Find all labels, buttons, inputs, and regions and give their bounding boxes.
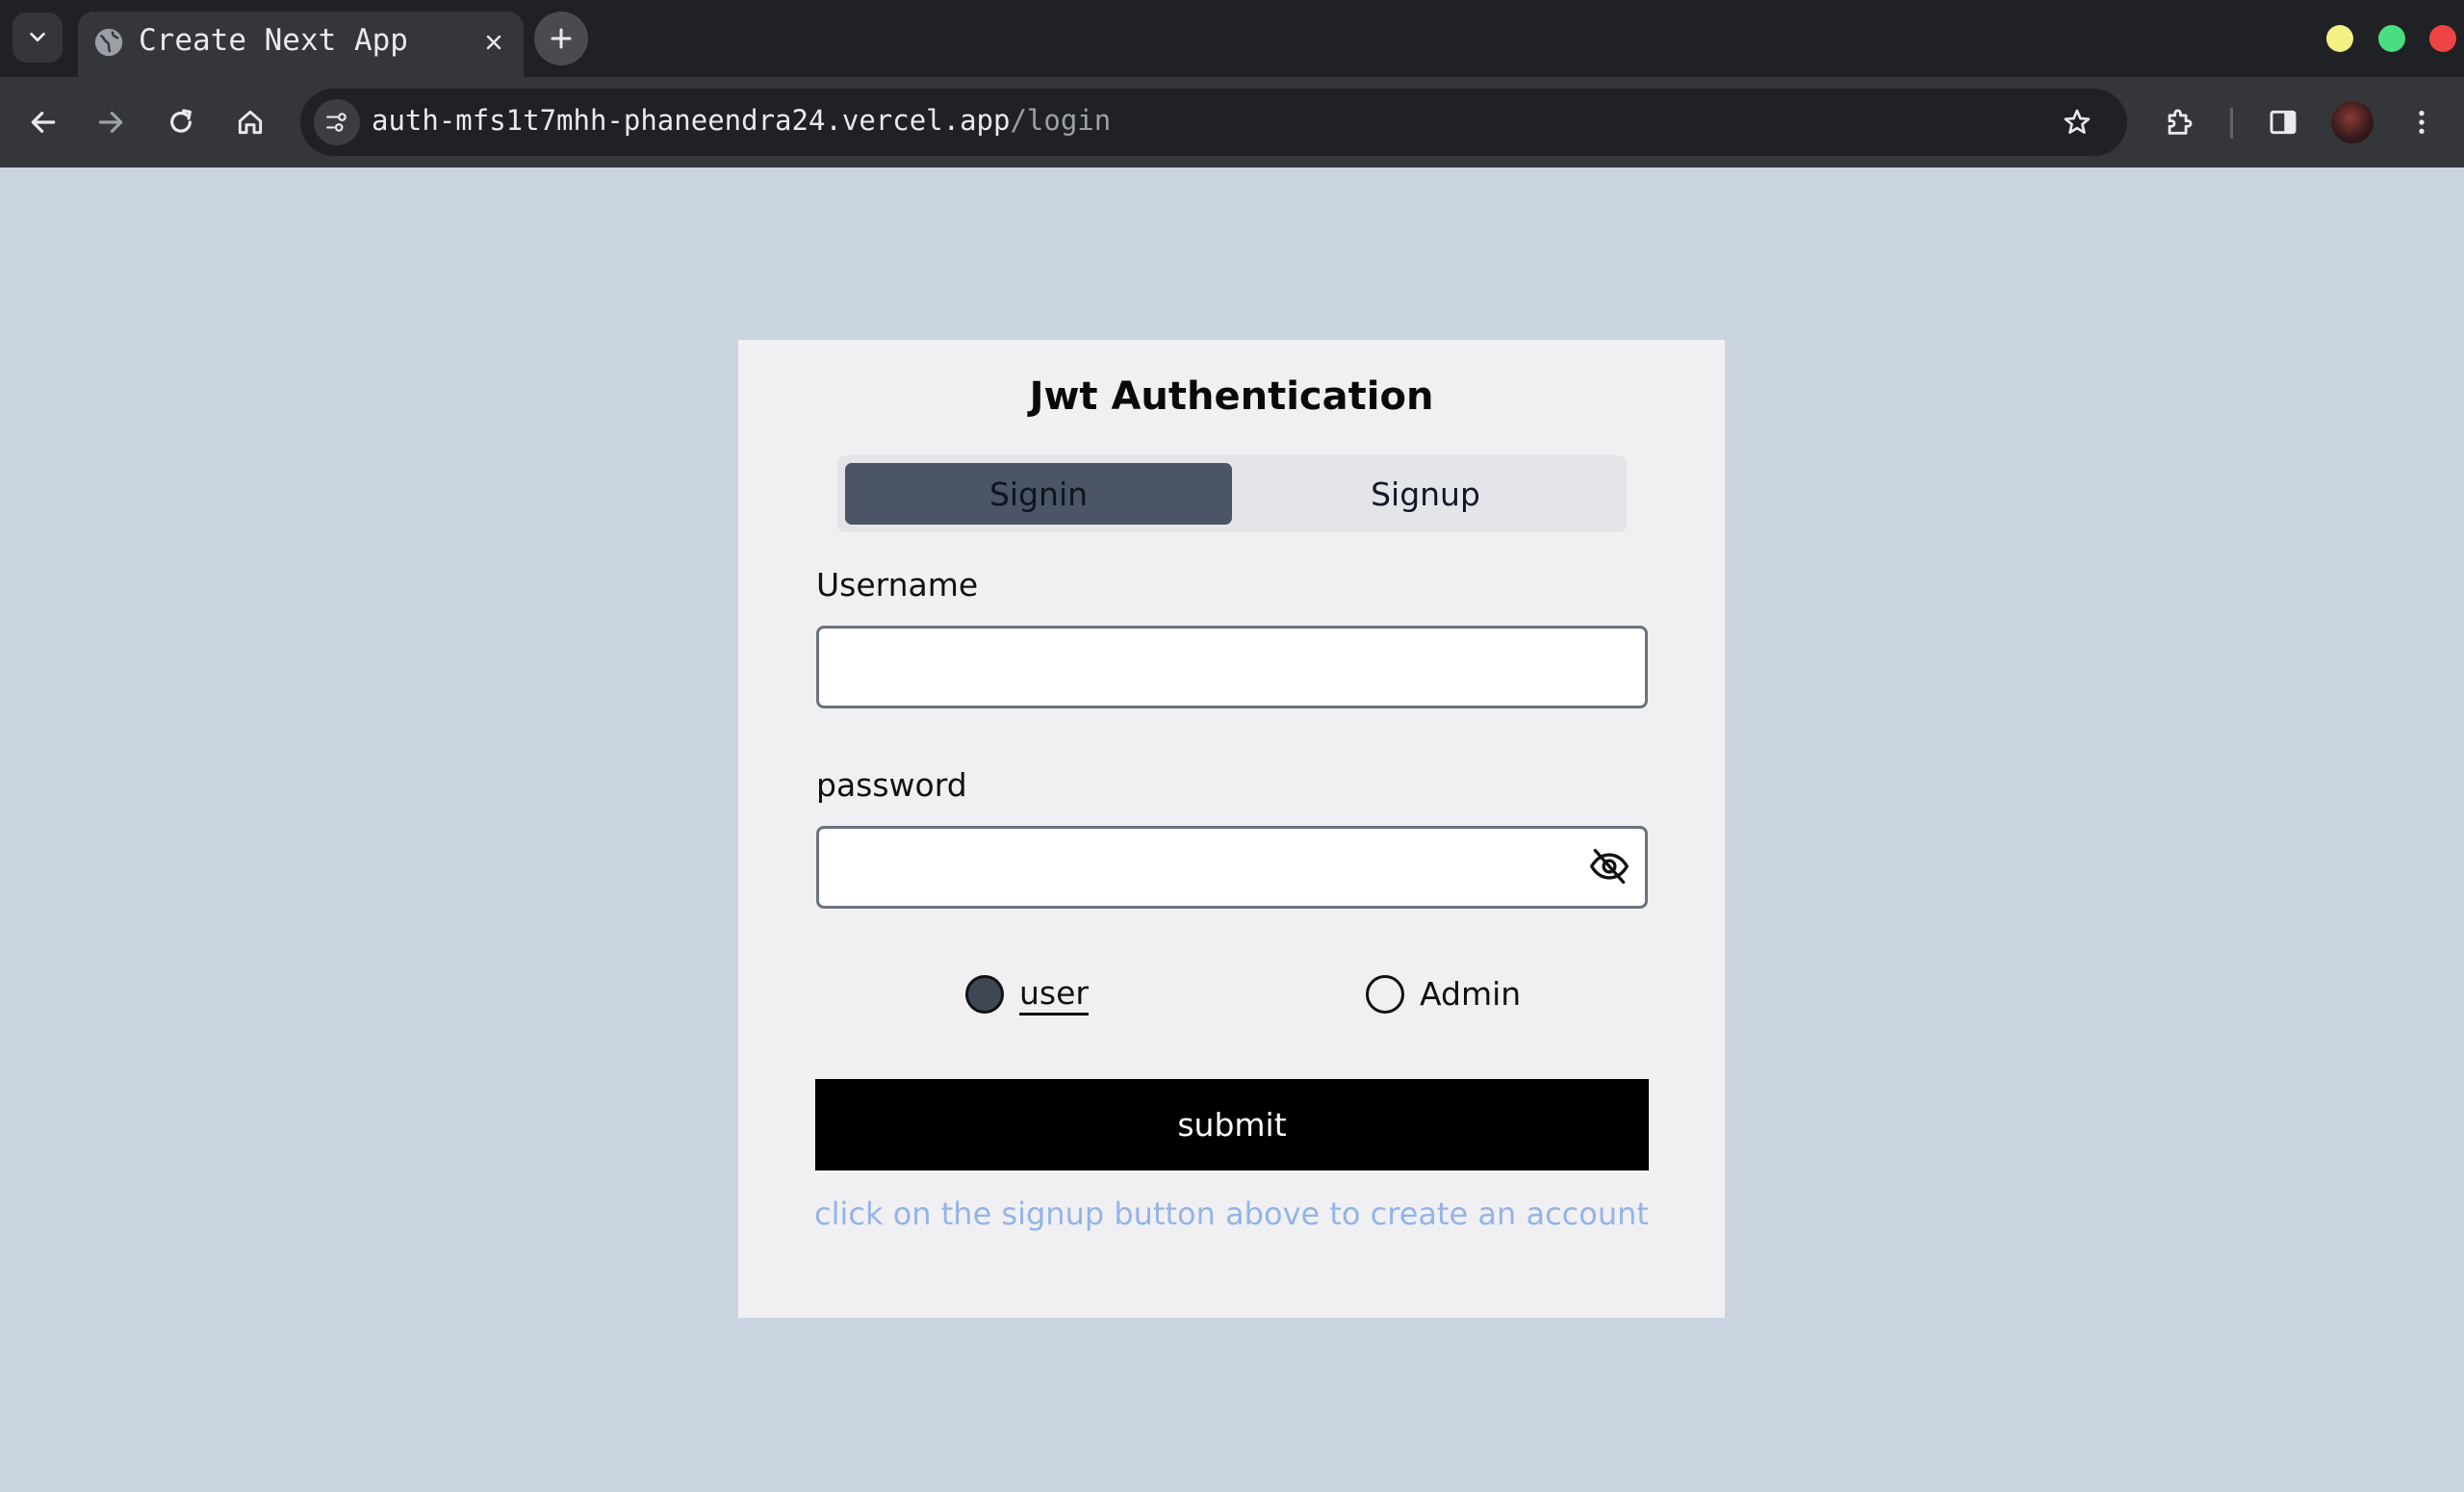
site-settings-icon <box>326 113 346 132</box>
home-icon <box>238 110 263 135</box>
password-label: password <box>816 766 967 804</box>
address-bar[interactable]: auth-mfs1t7mhh-phaneendra24.vercel.app/l… <box>300 89 2127 156</box>
bookmark-button[interactable] <box>2054 99 2100 145</box>
role-radio-admin[interactable] <box>1366 975 1404 1014</box>
reload-button[interactable] <box>157 98 205 146</box>
browser-toolbar: auth-mfs1t7mhh-phaneendra24.vercel.app/l… <box>0 77 2464 167</box>
role-label-admin[interactable]: Admin <box>1420 974 1521 1016</box>
browser-menu-button[interactable] <box>2398 98 2446 146</box>
new-tab-button[interactable] <box>534 12 588 65</box>
site-settings-button[interactable] <box>314 99 360 145</box>
back-button[interactable] <box>19 98 67 146</box>
globe-icon <box>94 28 123 57</box>
browser-tab[interactable]: Create Next App <box>78 12 524 77</box>
side-panel-button[interactable] <box>2259 98 2307 146</box>
auth-mode-tabs: Signin Signup <box>837 455 1627 532</box>
kebab-menu-icon <box>2419 111 2425 134</box>
url-path: /login <box>1010 104 1112 137</box>
profile-avatar[interactable] <box>2331 101 2374 143</box>
submit-button[interactable]: submit <box>815 1079 1649 1170</box>
extensions-icon <box>2168 109 2193 135</box>
window-close-button[interactable] <box>2429 25 2456 52</box>
role-label-user[interactable]: user <box>1019 974 1089 1016</box>
username-label: Username <box>816 566 979 604</box>
close-icon[interactable] <box>475 23 513 62</box>
url-host: auth-mfs1t7mhh-phaneendra24.vercel.app <box>372 104 1011 137</box>
window-minimize-button[interactable] <box>2326 25 2353 52</box>
signup-hint-text: click on the signup button above to crea… <box>814 1196 1649 1232</box>
forward-button[interactable] <box>87 98 135 146</box>
star-icon <box>2064 109 2091 134</box>
tab-search-button[interactable] <box>13 13 63 63</box>
username-input[interactable] <box>816 626 1648 708</box>
eye-off-icon <box>1590 848 1629 885</box>
reload-icon <box>170 109 192 133</box>
tab-signup[interactable]: Signup <box>1232 463 1619 525</box>
forward-arrow-icon <box>98 112 123 133</box>
auth-card: Jwt Authentication Signin Signup Usernam… <box>738 340 1725 1318</box>
password-input[interactable] <box>816 826 1648 909</box>
toggle-password-visibility-button[interactable] <box>1585 842 1633 890</box>
window-maximize-button[interactable] <box>2378 25 2405 52</box>
toolbar-divider <box>2230 108 2233 139</box>
url-text[interactable]: auth-mfs1t7mhh-phaneendra24.vercel.app/l… <box>372 103 1111 140</box>
chevron-down-icon <box>30 32 45 42</box>
sidepanel-icon <box>2270 110 2297 135</box>
tab-title: Create Next App <box>139 23 408 58</box>
page-title: Jwt Authentication <box>1029 374 1434 419</box>
extensions-button[interactable] <box>2155 98 2203 146</box>
home-button[interactable] <box>226 98 274 146</box>
back-arrow-icon <box>31 112 56 133</box>
plus-icon <box>551 28 572 49</box>
role-radio-user[interactable] <box>965 975 1004 1014</box>
browser-tabstrip: Create Next App <box>0 0 2464 77</box>
tab-signin[interactable]: Signin <box>845 463 1232 525</box>
